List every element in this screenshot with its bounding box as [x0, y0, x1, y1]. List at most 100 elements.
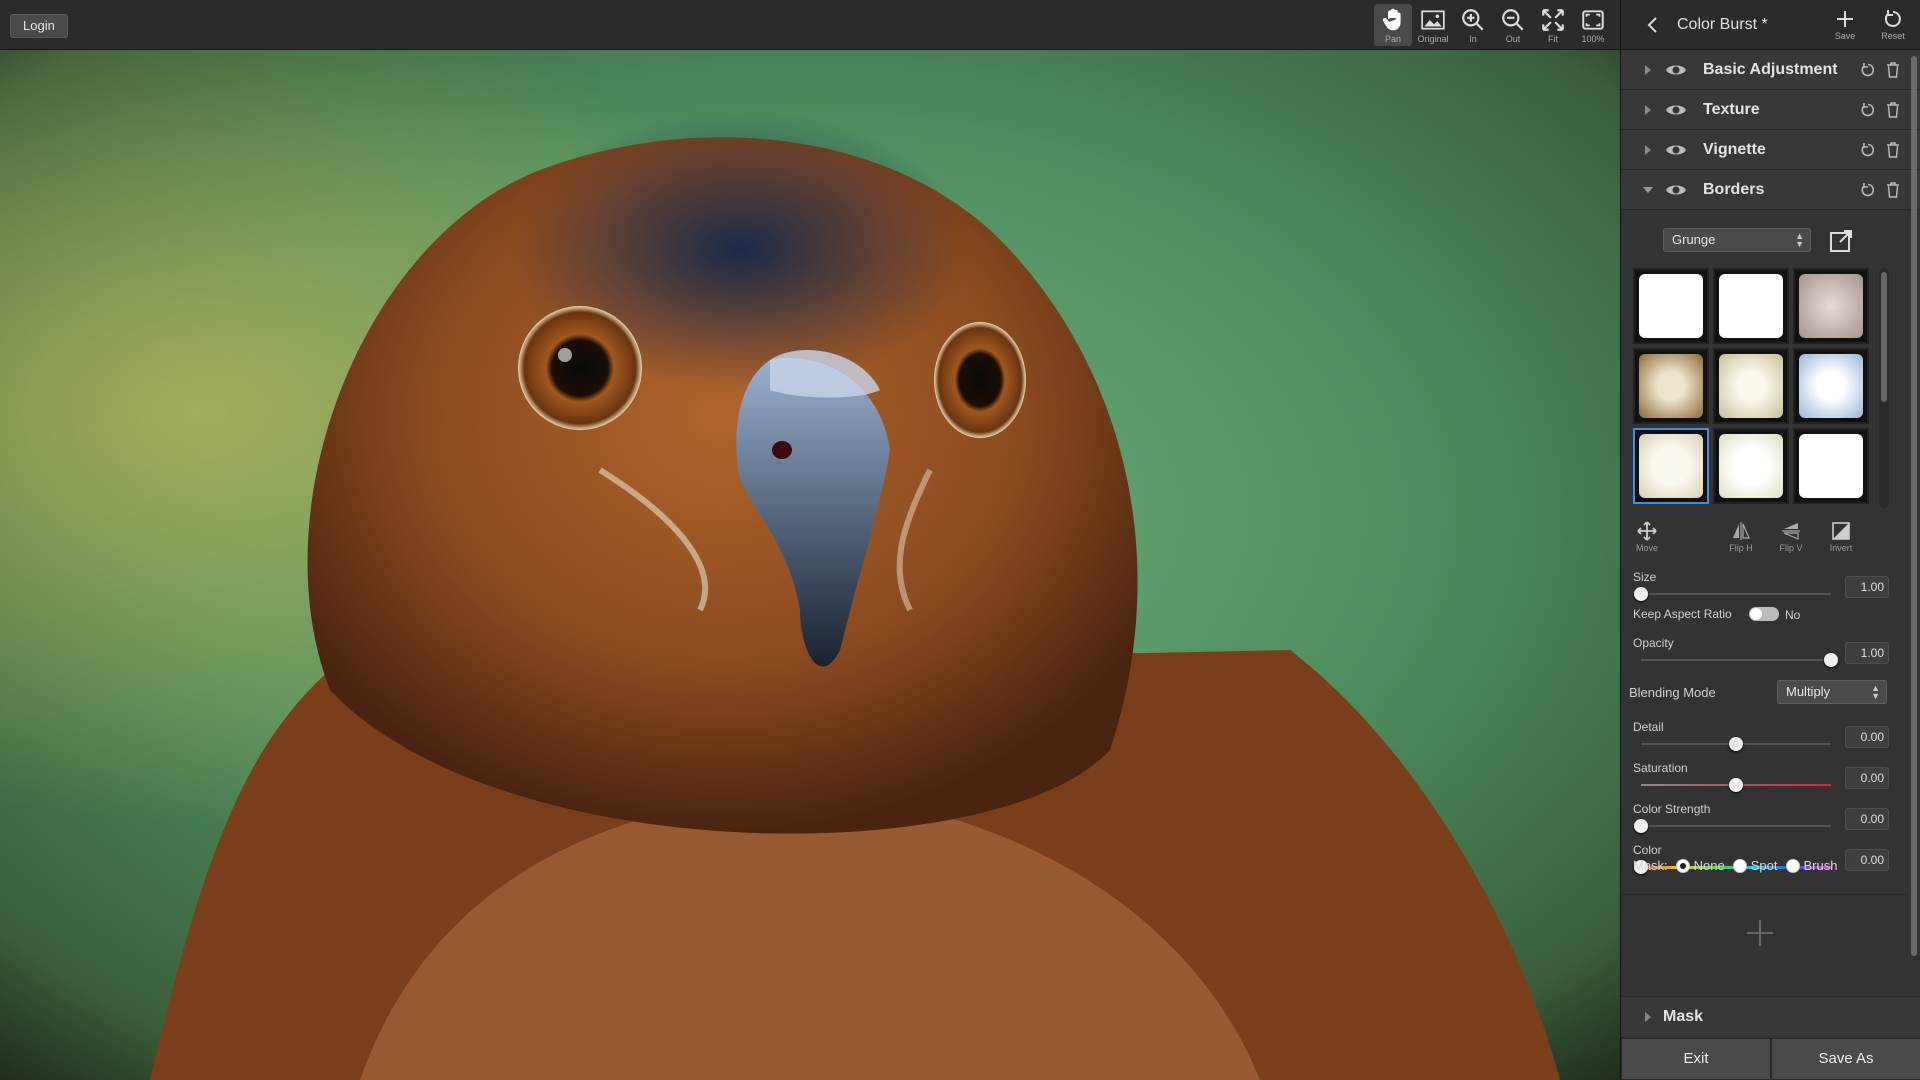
thumbnail-scrollbar[interactable]	[1879, 268, 1889, 508]
layer-borders[interactable]: Borders	[1621, 170, 1920, 210]
actual-size-button[interactable]: 100%	[1574, 4, 1612, 46]
expand-triangle-icon[interactable]	[1643, 1011, 1653, 1023]
keep-aspect-label: Keep Aspect Ratio	[1633, 607, 1732, 621]
keep-aspect-toggle[interactable]	[1749, 607, 1779, 621]
save-button[interactable]: Save	[1827, 8, 1863, 41]
fit-button[interactable]: Fit	[1534, 4, 1572, 46]
layer-mask[interactable]: Mask	[1621, 996, 1920, 1036]
blending-mode-select[interactable]: Multiply ▲ ▼	[1777, 680, 1887, 704]
detail-slider[interactable]	[1641, 737, 1831, 751]
add-layer-plus-icon[interactable]	[1745, 918, 1775, 948]
exit-button[interactable]: Exit	[1621, 1038, 1771, 1080]
size-value[interactable]: 1.00	[1845, 576, 1889, 598]
border-thumb[interactable]	[1713, 428, 1789, 504]
border-thumb[interactable]	[1633, 348, 1709, 424]
invert-button[interactable]: Invert	[1819, 520, 1863, 553]
color-strength-value[interactable]: 0.00	[1845, 808, 1889, 830]
zoom-out-button[interactable]: Out	[1494, 4, 1532, 46]
keep-aspect-state: No	[1785, 608, 1801, 622]
image-canvas[interactable]	[0, 50, 1620, 1080]
mask-label: Mask:	[1633, 858, 1668, 873]
expand-triangle-icon[interactable]	[1643, 144, 1653, 156]
login-button[interactable]: Login	[10, 14, 68, 38]
border-thumb[interactable]	[1633, 268, 1709, 344]
layer-reset-icon[interactable]	[1860, 182, 1876, 198]
mask-spot-radio[interactable]	[1732, 858, 1747, 873]
divider	[1621, 894, 1907, 895]
layer-name: Vignette	[1703, 141, 1766, 158]
hawk-photo	[0, 50, 1620, 1080]
mask-spot-label: Spot	[1750, 858, 1778, 873]
border-thumb[interactable]	[1713, 268, 1789, 344]
fit-label: Fit	[1548, 34, 1558, 44]
expand-triangle-icon[interactable]	[1643, 104, 1653, 116]
expand-triangle-icon[interactable]	[1643, 64, 1653, 76]
detail-label: Detail	[1633, 720, 1664, 734]
flip-vertical-button[interactable]: Flip V	[1769, 520, 1813, 553]
layer-reset-icon[interactable]	[1860, 142, 1876, 158]
collapse-triangle-icon[interactable]	[1643, 184, 1653, 196]
mask-brush-radio[interactable]	[1785, 858, 1800, 873]
visibility-eye-icon[interactable]	[1665, 181, 1687, 199]
color-strength-slider-knob[interactable]	[1634, 819, 1648, 833]
border-thumb[interactable]	[1793, 348, 1869, 424]
visibility-eye-icon[interactable]	[1665, 61, 1687, 79]
preset-title: Color Burst *	[1677, 16, 1768, 33]
layer-texture[interactable]: Texture	[1621, 90, 1920, 130]
saturation-label: Saturation	[1633, 761, 1688, 775]
trash-icon[interactable]	[1886, 142, 1900, 158]
export-border-icon[interactable]	[1828, 228, 1854, 254]
detail-value[interactable]: 0.00	[1845, 726, 1889, 748]
layer-vignette[interactable]: Vignette	[1621, 130, 1920, 170]
zoom-in-button[interactable]: In	[1454, 4, 1492, 46]
flip-horizontal-button[interactable]: Flip H	[1719, 520, 1763, 553]
opacity-label: Opacity	[1633, 636, 1674, 650]
color-strength-label: Color Strength	[1633, 802, 1711, 816]
mask-none-radio[interactable]	[1675, 858, 1690, 873]
adjustments-panel: Color Burst * Save Reset Basic Adjustmen…	[1620, 0, 1920, 1080]
plus-icon	[1837, 11, 1853, 27]
borders-settings: Grunge ▲ ▼ Move Flip H Flip V Invert Siz…	[1621, 210, 1920, 946]
top-toolbar: Login Pan Original In Out Fit 100%	[0, 0, 1620, 50]
color-strength-slider[interactable]	[1634, 819, 1831, 833]
opacity-slider[interactable]	[1641, 653, 1838, 667]
trash-icon[interactable]	[1886, 62, 1900, 78]
opacity-value[interactable]: 1.00	[1845, 642, 1889, 664]
mask-none-label: None	[1693, 858, 1725, 873]
detail-slider-knob[interactable]	[1729, 737, 1743, 751]
move-button[interactable]: Move	[1625, 520, 1669, 553]
color-label: Color	[1633, 843, 1662, 857]
size-slider-knob[interactable]	[1634, 587, 1648, 601]
color-value[interactable]: 0.00	[1845, 849, 1889, 871]
back-chevron-icon[interactable]	[1643, 15, 1663, 35]
layer-reset-icon[interactable]	[1860, 62, 1876, 78]
original-tool-button[interactable]: Original	[1414, 4, 1452, 46]
visibility-eye-icon[interactable]	[1665, 101, 1687, 119]
border-preset-select[interactable]: Grunge ▲ ▼	[1663, 228, 1811, 252]
saturation-value[interactable]: 0.00	[1845, 767, 1889, 789]
actual-size-label: 100%	[1581, 34, 1605, 44]
saturation-slider-knob[interactable]	[1729, 778, 1743, 792]
border-thumbnail-grid	[1633, 268, 1873, 504]
reset-button[interactable]: Reset	[1875, 8, 1911, 41]
trash-icon[interactable]	[1886, 182, 1900, 198]
border-thumb[interactable]	[1793, 428, 1869, 504]
save-as-button[interactable]: Save As	[1771, 1038, 1920, 1080]
panel-scrollbar[interactable]	[1909, 52, 1919, 958]
size-slider[interactable]	[1634, 587, 1831, 601]
mask-radio-group: Mask: None Spot Brush	[1633, 858, 1837, 873]
border-thumb-selected[interactable]	[1633, 428, 1709, 504]
layer-reset-icon[interactable]	[1860, 102, 1876, 118]
layer-name: Borders	[1703, 181, 1765, 198]
pan-tool-button[interactable]: Pan	[1374, 4, 1412, 46]
opacity-slider-knob[interactable]	[1824, 653, 1838, 667]
border-thumb[interactable]	[1713, 348, 1789, 424]
border-thumb[interactable]	[1793, 268, 1869, 344]
reset-icon	[1884, 10, 1901, 27]
trash-icon[interactable]	[1886, 102, 1900, 118]
fit-icon	[1542, 9, 1564, 31]
saturation-slider[interactable]	[1641, 778, 1831, 792]
visibility-eye-icon[interactable]	[1665, 141, 1687, 159]
border-preset-value: Grunge	[1672, 232, 1716, 247]
layer-basic-adjustment[interactable]: Basic Adjustment	[1621, 50, 1920, 90]
